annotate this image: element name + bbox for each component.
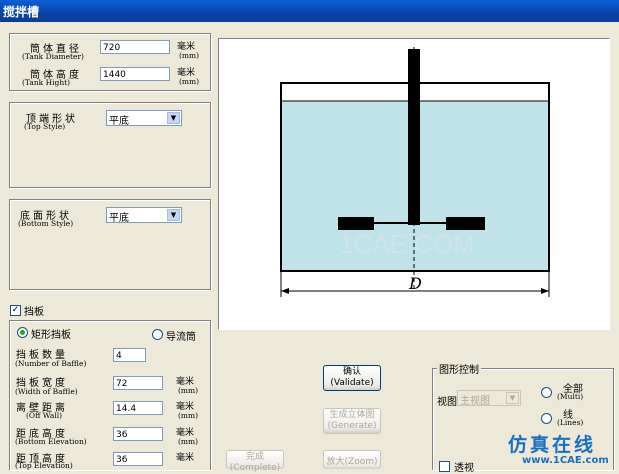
height-unit-en: (mm): [179, 77, 200, 86]
bottom-elevation-label-en: (Bottom Elevation): [15, 437, 87, 446]
graphics-control-title: 图形控制: [437, 361, 481, 376]
generate-button-label: 生成立体图: [329, 410, 375, 420]
chevron-down-icon[interactable]: ▼: [167, 112, 180, 124]
height-input[interactable]: 1440: [100, 67, 170, 81]
baffle-checkbox[interactable]: ✓: [10, 305, 21, 316]
window-title: 搅拌槽: [3, 5, 40, 19]
rect-baffle-radio[interactable]: [17, 327, 28, 338]
perspective-label: 透视: [454, 463, 474, 474]
diameter-input[interactable]: 720: [100, 40, 170, 54]
dimensions-group: 筒体直径 (Tank Diameter) 720 毫米 (mm) 筒体高度 (T…: [9, 33, 211, 91]
diameter-label-en: (Tank Diameter): [22, 52, 84, 61]
view-value: 主视图: [460, 396, 490, 407]
baffle-width-input[interactable]: 72: [113, 376, 163, 390]
multi-view-radio[interactable]: [541, 387, 552, 398]
off-wall-unit-en: (mm): [178, 411, 199, 420]
zoom-button-label: 放大(Zoom): [326, 457, 378, 467]
baffle-checkbox-label: 挡板: [24, 307, 44, 318]
top-style-label-en: (Top Style): [24, 122, 66, 131]
bottom-style-label-en: (Bottom Style): [18, 219, 74, 228]
site-logo-url: www.1CAE.com: [522, 455, 609, 466]
top-style-value: 平底: [109, 116, 129, 127]
guide-tube-radio[interactable]: [152, 329, 163, 340]
rect-baffle-label: 矩形挡板: [31, 330, 71, 341]
baffle-width-label-en: (Width of Baffle): [15, 387, 78, 396]
height-label-en: (Tank Hight): [22, 78, 71, 87]
chevron-down-icon[interactable]: ▼: [506, 392, 519, 404]
diameter-unit-en: (mm): [179, 51, 200, 60]
guide-tube-label: 导流筒: [166, 332, 196, 343]
off-wall-label-en: (Off Wall): [26, 411, 63, 420]
lines-view-label-en: (Lines): [557, 418, 584, 427]
top-style-group: 顶端形状 (Top Style) 平底 ▼: [9, 102, 211, 188]
complete-button-label: 完成: [245, 452, 264, 462]
view-label: 视图: [437, 397, 457, 408]
zoom-button[interactable]: 放大(Zoom): [323, 450, 381, 469]
validate-button-label: 确认: [342, 367, 361, 377]
baffle-width-unit-en: (mm): [178, 386, 199, 395]
tank-drawing: 1CAE.COM D: [280, 47, 550, 297]
complete-button[interactable]: 完成 (Complete): [226, 450, 284, 473]
diameter-dimension-label: D: [408, 274, 422, 293]
site-logo: 仿真在线 www.1CAE.com: [508, 430, 616, 468]
watermark: 1CAE.COM: [339, 229, 475, 259]
top-elevation-input[interactable]: 36: [113, 452, 163, 466]
bottom-style-group: 底面形状 (Bottom Style) 平底 ▼: [9, 199, 211, 290]
title-bar: 搅拌槽: [0, 0, 619, 22]
site-logo-text: 仿真在线: [508, 434, 597, 456]
tank-preview: 1CAE.COM D: [218, 38, 610, 330]
generate-button-label-en: (Generate): [327, 421, 377, 431]
bottom-style-value: 平底: [109, 213, 129, 224]
bottom-elevation-input[interactable]: 36: [113, 427, 163, 441]
view-select[interactable]: 主视图 ▼: [457, 390, 521, 407]
lines-view-radio[interactable]: [541, 413, 552, 424]
off-wall-input[interactable]: 14.4: [113, 401, 163, 415]
chevron-down-icon[interactable]: ▼: [167, 209, 180, 221]
multi-view-label-en: (Multi): [557, 392, 584, 401]
baffle-count-label-en: (Number of Baffle): [15, 359, 87, 368]
generate-button[interactable]: 生成立体图 (Generate): [323, 408, 381, 434]
validate-button[interactable]: 确认 (Validate): [323, 365, 381, 391]
perspective-checkbox[interactable]: [439, 461, 450, 472]
top-style-select[interactable]: 平底 ▼: [106, 110, 182, 127]
top-elevation-unit: 毫米: [176, 453, 195, 463]
bottom-style-select[interactable]: 平底 ▼: [106, 207, 182, 224]
baffle-count-input[interactable]: 4: [113, 348, 146, 362]
validate-button-label-en: (Validate): [330, 378, 374, 388]
bottom-elevation-unit-en: (mm): [178, 437, 199, 446]
